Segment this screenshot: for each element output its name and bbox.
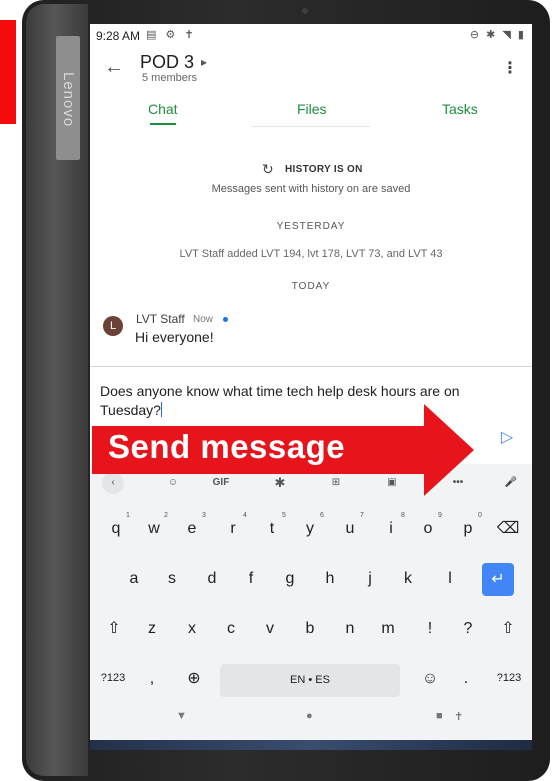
key-exclamation[interactable]: ! bbox=[416, 612, 444, 645]
key-hint-3: 3 bbox=[202, 512, 206, 519]
symbols-key-right[interactable]: ?123 bbox=[490, 662, 528, 695]
key-question[interactable]: ? bbox=[454, 612, 482, 645]
nav-recents-icon[interactable]: ■ bbox=[436, 710, 443, 722]
keyboard-keys: q 1 w 2 e 3 r 4 t 5 y 6 u 7 i 8 o 9 p 0 ⌫ a s d f g h j k l ↵ ⇧ z x c v b n m!… bbox=[90, 24, 532, 740]
key-g[interactable]: g bbox=[276, 562, 304, 595]
key-hint-4: 4 bbox=[243, 512, 247, 519]
nav-back-icon[interactable]: ▼ bbox=[176, 710, 187, 722]
key-v[interactable]: v bbox=[256, 612, 284, 645]
key-hint-2: 2 bbox=[164, 512, 168, 519]
key-hint-9: 9 bbox=[438, 512, 442, 519]
key-s[interactable]: s bbox=[158, 562, 186, 595]
key-j[interactable]: j bbox=[356, 562, 384, 595]
shift-right-key[interactable]: ⇧ bbox=[494, 612, 522, 645]
camera bbox=[302, 8, 308, 14]
key-hint-6: 6 bbox=[320, 512, 324, 519]
chat-screen: 9:28 AM ▤ ⚙ ✝ ⊖ ✱ ◥ ▮ ← POD 3 ▸ 5 member… bbox=[90, 24, 532, 740]
enter-key[interactable]: ↵ bbox=[482, 563, 514, 596]
emoji-key[interactable]: ☺ bbox=[416, 662, 444, 695]
key-z[interactable]: z bbox=[138, 612, 166, 645]
accessibility-icon[interactable]: ✝ bbox=[454, 710, 463, 723]
nav-home-icon[interactable]: ● bbox=[306, 710, 313, 722]
key-hint-7: 7 bbox=[360, 512, 364, 519]
backspace-key[interactable]: ⌫ bbox=[494, 512, 522, 545]
key-k[interactable]: k bbox=[394, 562, 422, 595]
key-l[interactable]: l bbox=[436, 562, 464, 595]
key-b[interactable]: b bbox=[296, 612, 324, 645]
period-key[interactable]: . bbox=[454, 662, 478, 695]
key-c[interactable]: c bbox=[217, 612, 245, 645]
key-m[interactable]: m bbox=[374, 612, 402, 645]
key-n[interactable]: n bbox=[336, 612, 364, 645]
globe-key[interactable]: ⊕ bbox=[180, 662, 208, 695]
space-key[interactable]: EN • ES bbox=[220, 664, 400, 697]
key-h[interactable]: h bbox=[316, 562, 344, 595]
key-d[interactable]: d bbox=[198, 562, 226, 595]
key-x[interactable]: x bbox=[178, 612, 206, 645]
left-red-tab bbox=[0, 20, 16, 124]
key-hint-8: 8 bbox=[401, 512, 405, 519]
key-hint-0: 0 bbox=[478, 512, 482, 519]
key-hint-1: 1 bbox=[126, 512, 130, 519]
key-hint-5: 5 bbox=[282, 512, 286, 519]
key-f[interactable]: f bbox=[237, 562, 265, 595]
shift-left-key[interactable]: ⇧ bbox=[100, 612, 128, 645]
symbols-key[interactable]: ?123 bbox=[94, 662, 132, 695]
key-a[interactable]: a bbox=[120, 562, 148, 595]
screen-bottom-edge bbox=[90, 740, 532, 750]
comma-key[interactable]: , bbox=[140, 662, 164, 695]
annotation-label: Send message bbox=[108, 428, 346, 465]
brand-label: Lenovo bbox=[60, 72, 77, 128]
